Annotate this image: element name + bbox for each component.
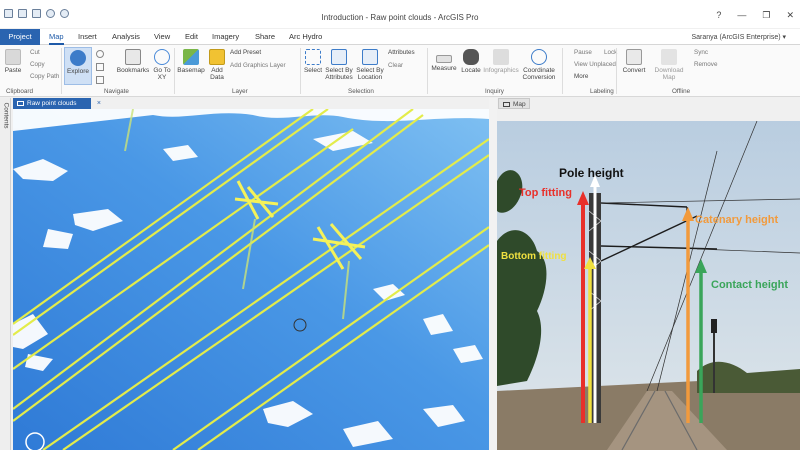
view-unplaced-button[interactable]: View Unplaced xyxy=(574,61,616,68)
previous-extent-icon[interactable] xyxy=(96,76,104,84)
window-title: Introduction - Raw point clouds - ArcGIS… xyxy=(321,13,479,22)
close-view-icon[interactable]: × xyxy=(97,98,101,109)
paste-button[interactable]: Paste xyxy=(2,49,24,74)
catenary-height-label: Catenary height xyxy=(695,214,779,226)
infographics-button[interactable]: Infographics xyxy=(483,49,519,74)
title-bar: Introduction - Raw point clouds - ArcGIS… xyxy=(0,0,800,28)
tab-project[interactable]: Project xyxy=(0,29,40,45)
group-separator xyxy=(174,48,175,94)
download-icon xyxy=(661,49,677,65)
top-fitting-label: Top fitting xyxy=(519,187,572,199)
pane-divider[interactable] xyxy=(489,98,497,450)
contents-pane-tab[interactable]: Contents xyxy=(0,98,11,450)
tab-view[interactable]: View xyxy=(154,32,170,41)
tab-arc-hydro[interactable]: Arc Hydro xyxy=(289,32,322,41)
tab-insert[interactable]: Insert xyxy=(78,32,97,41)
point-cloud-render xyxy=(13,109,489,450)
tab-analysis[interactable]: Analysis xyxy=(112,32,140,41)
basemap-icon xyxy=(183,49,199,65)
select-button[interactable]: Select xyxy=(302,49,324,74)
basemap-button[interactable]: Basemap xyxy=(177,49,205,74)
close-icon[interactable]: ✕ xyxy=(786,10,794,21)
group-selection-label: Selection xyxy=(348,88,374,95)
ribbon-tab-strip: Project Map Insert Analysis View Edit Im… xyxy=(0,29,800,45)
minimize-icon[interactable]: — xyxy=(737,10,746,21)
coordinate-icon xyxy=(531,49,547,65)
tab-raw-point-clouds[interactable]: Raw point clouds × xyxy=(13,98,101,109)
add-data-icon xyxy=(209,49,225,65)
pause-labeling-button[interactable]: Pause xyxy=(574,49,592,56)
select-by-location-button[interactable]: Select By Location xyxy=(355,49,385,81)
group-labeling-label: Labeling xyxy=(590,88,614,95)
tab-map[interactable]: Map xyxy=(49,32,64,45)
group-separator xyxy=(427,48,428,94)
group-separator xyxy=(61,48,62,94)
bookmarks-button[interactable]: Bookmarks xyxy=(116,49,150,74)
remove-button[interactable]: Remove xyxy=(694,61,717,68)
contact-height-label: Contact height xyxy=(711,279,788,291)
coordinate-conversion-button[interactable]: Coordinate Conversion xyxy=(520,49,558,81)
help-icon[interactable]: ? xyxy=(716,10,721,21)
bookmark-icon xyxy=(125,49,141,65)
map-view-icon xyxy=(503,102,510,107)
tab-edit[interactable]: Edit xyxy=(185,32,198,41)
clear-selection-button[interactable]: Clear xyxy=(388,62,403,69)
add-data-button[interactable]: Add Data xyxy=(206,49,228,81)
group-separator xyxy=(616,48,617,94)
locate-button[interactable]: Locate xyxy=(460,49,482,74)
table-icon xyxy=(331,49,347,65)
ruler-icon xyxy=(436,55,452,63)
user-account[interactable]: Saranya (ArcGIS Enterprise) ▾ xyxy=(691,33,786,41)
copy-button[interactable]: Copy xyxy=(30,61,45,68)
select-by-attributes-button[interactable]: Select By Attributes xyxy=(324,49,354,81)
group-inquiry-label: Inquiry xyxy=(485,88,504,95)
group-clipboard-label: Clipboard xyxy=(6,88,33,95)
map-view-icon xyxy=(17,101,24,106)
group-layer-label: Layer xyxy=(232,88,248,95)
more-labeling-button[interactable]: More xyxy=(574,73,588,80)
convert-button[interactable]: Convert xyxy=(620,49,648,74)
contents-tab-label: Contents xyxy=(2,102,10,129)
explore-button[interactable]: Explore xyxy=(64,47,92,85)
go-to-xy-button[interactable]: Go To XY xyxy=(152,49,172,81)
infographics-icon xyxy=(493,49,509,65)
copy-path-button[interactable]: Copy Path xyxy=(30,73,59,80)
annotated-photo-view[interactable]: Pole height Top fitting Bottom fitting C… xyxy=(497,121,800,450)
binoculars-icon xyxy=(463,49,479,65)
group-separator xyxy=(562,48,563,94)
ribbon: Paste Cut Copy Copy Path Clipboard Explo… xyxy=(0,45,800,97)
zoom-in-icon[interactable] xyxy=(96,63,104,71)
bottom-fitting-label: Bottom fitting xyxy=(501,251,567,262)
download-map-button[interactable]: Download Map xyxy=(650,49,688,81)
group-separator xyxy=(300,48,301,94)
group-navigate-label: Navigate xyxy=(104,88,129,95)
paste-icon xyxy=(5,49,21,65)
full-extent-icon[interactable] xyxy=(96,50,104,58)
measure-button[interactable]: Measure xyxy=(430,49,458,72)
cut-button[interactable]: Cut xyxy=(30,49,40,56)
restore-icon[interactable]: ❐ xyxy=(762,10,770,21)
select-arrow-icon xyxy=(305,49,321,65)
attributes-button[interactable]: Attributes xyxy=(388,49,415,56)
sync-button[interactable]: Sync xyxy=(694,49,708,56)
location-select-icon xyxy=(362,49,378,65)
group-offline-label: Offline xyxy=(672,88,691,95)
point-cloud-map-view[interactable] xyxy=(13,109,489,450)
add-preset-button[interactable]: Add Preset xyxy=(230,49,261,56)
crosshair-icon xyxy=(154,49,170,65)
explore-icon xyxy=(70,50,86,66)
tab-imagery[interactable]: Imagery xyxy=(212,32,239,41)
add-graphics-layer-button[interactable]: Add Graphics Layer xyxy=(230,62,286,69)
convert-icon xyxy=(626,49,642,65)
tab-share[interactable]: Share xyxy=(255,32,275,41)
pole-height-label: Pole height xyxy=(559,166,624,180)
tab-map-view[interactable]: Map xyxy=(498,98,530,109)
